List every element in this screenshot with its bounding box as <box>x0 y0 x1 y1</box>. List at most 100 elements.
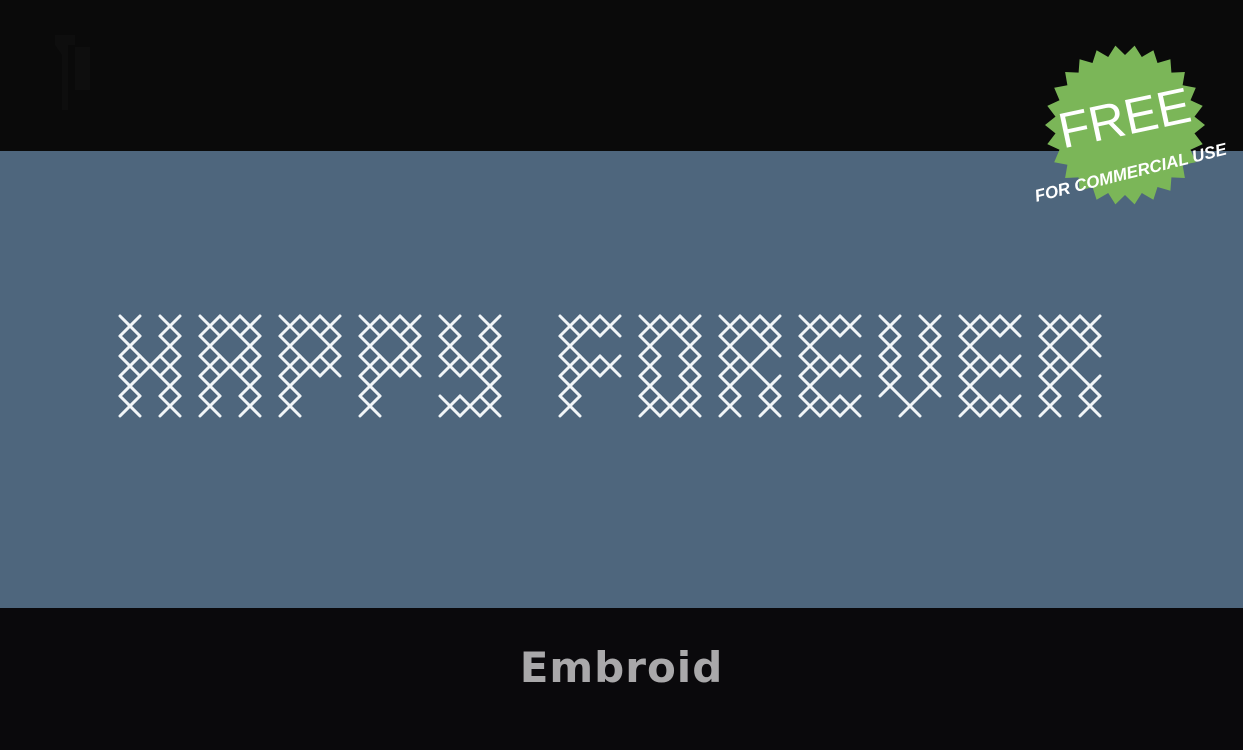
stitch-mark <box>838 354 862 378</box>
stitch-mark <box>918 314 942 338</box>
stitch-mark <box>558 354 582 378</box>
stitch-mark <box>238 334 262 358</box>
stitch-mark <box>758 394 782 418</box>
stitch-mark <box>678 334 702 358</box>
stitch-mark <box>358 334 382 358</box>
stitch-mark <box>658 394 682 418</box>
stitch-mark <box>438 394 462 418</box>
stitch-mark <box>758 314 782 338</box>
sample-text <box>118 314 1102 418</box>
stitch-mark <box>598 314 622 338</box>
stitch-mark <box>278 334 302 358</box>
stitch-mark <box>918 334 942 358</box>
stitch-mark <box>398 354 422 378</box>
stitch-mark <box>898 394 922 418</box>
logo-watermark-icon <box>55 35 90 110</box>
stitch-mark <box>358 314 382 338</box>
stitch-mark <box>278 394 302 418</box>
stitch-mark <box>798 314 822 338</box>
stitch-mark <box>478 314 502 338</box>
stitch-mark <box>138 354 162 378</box>
stitch-mark <box>878 374 902 398</box>
stitch-mark <box>878 354 902 378</box>
glyph-f <box>558 314 622 418</box>
stitch-mark <box>638 314 662 338</box>
stitch-mark <box>1038 394 1062 418</box>
stitch-mark <box>558 394 582 418</box>
stitch-mark <box>198 374 222 398</box>
stitch-mark <box>298 314 322 338</box>
stitch-mark <box>818 354 842 378</box>
stitch-mark <box>278 374 302 398</box>
stitch-mark <box>438 334 462 358</box>
free-commercial-badge: FREE FOR COMMERCIAL USE <box>1033 45 1229 206</box>
stitch-mark <box>998 314 1022 338</box>
stitch-mark <box>318 314 342 338</box>
stitch-mark <box>718 314 742 338</box>
stitch-mark <box>978 314 1002 338</box>
stitch-mark <box>198 394 222 418</box>
stitch-mark <box>278 314 302 338</box>
stitch-mark <box>958 354 982 378</box>
glyph-r <box>718 314 782 418</box>
stitch-mark <box>198 354 222 378</box>
stitch-mark <box>118 334 142 358</box>
stitch-mark <box>318 354 342 378</box>
stitch-mark <box>818 394 842 418</box>
glyph-o <box>638 314 702 418</box>
glyph-a <box>198 314 262 418</box>
glyph-e <box>798 314 862 418</box>
stitch-mark <box>378 314 402 338</box>
stitch-mark <box>798 354 822 378</box>
stitch-mark <box>758 374 782 398</box>
font-preview-area <box>0 151 1243 608</box>
stitch-mark <box>478 354 502 378</box>
stitch-mark <box>358 374 382 398</box>
stitch-mark <box>718 374 742 398</box>
stitch-mark <box>158 354 182 378</box>
glyph-p <box>358 314 422 418</box>
stitch-mark <box>918 374 942 398</box>
stitch-mark <box>658 314 682 338</box>
stitch-mark <box>158 374 182 398</box>
stitch-mark <box>118 394 142 418</box>
stitch-mark <box>118 314 142 338</box>
stitch-mark <box>878 314 902 338</box>
stitch-mark <box>958 374 982 398</box>
stitch-mark <box>558 374 582 398</box>
stitch-mark <box>958 334 982 358</box>
stitch-mark <box>478 334 502 358</box>
stitch-mark <box>758 334 782 358</box>
stitch-mark <box>578 314 602 338</box>
stitch-mark <box>598 354 622 378</box>
stitch-mark <box>558 314 582 338</box>
stitch-mark <box>978 354 1002 378</box>
stitch-mark <box>238 314 262 338</box>
stitch-mark <box>118 374 142 398</box>
stitch-mark <box>118 354 142 378</box>
stitch-mark <box>578 354 602 378</box>
stitch-mark <box>958 394 982 418</box>
glyph-v <box>878 314 942 418</box>
stitch-mark <box>638 334 662 358</box>
stitch-mark <box>678 354 702 378</box>
stitch-mark <box>218 314 242 338</box>
stitch-mark <box>158 314 182 338</box>
stitch-mark <box>678 394 702 418</box>
stitch-mark <box>238 354 262 378</box>
stitch-mark <box>678 314 702 338</box>
stitch-mark <box>458 354 482 378</box>
stitch-mark <box>838 314 862 338</box>
stitch-mark <box>298 354 322 378</box>
glyph-e <box>958 314 1022 418</box>
stitch-mark <box>238 394 262 418</box>
stitch-mark <box>718 334 742 358</box>
stitch-mark <box>738 314 762 338</box>
glyph-r <box>1038 314 1102 418</box>
stitch-mark <box>1058 314 1082 338</box>
stitch-mark <box>358 394 382 418</box>
stitch-mark <box>438 354 462 378</box>
stitch-mark <box>558 334 582 358</box>
stitch-mark <box>798 374 822 398</box>
stitch-mark <box>1078 374 1102 398</box>
